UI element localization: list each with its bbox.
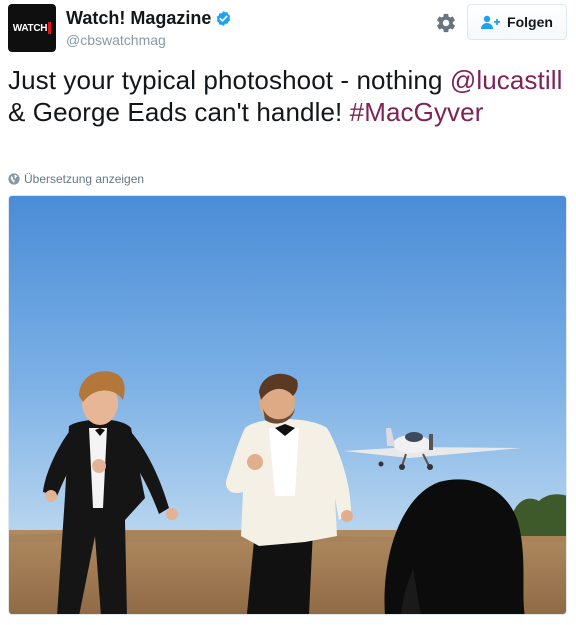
account-names: Watch! Magazine @cbswatchmag [66, 8, 232, 48]
gear-icon[interactable] [435, 12, 457, 34]
tweet-header: WATCH Watch! Magazine @cbswatchmag Folge… [8, 4, 568, 54]
handle[interactable]: @cbswatchmag [66, 32, 232, 48]
tweet-photo[interactable] [8, 195, 567, 615]
hashtag-link[interactable]: #MacGyver [350, 97, 484, 127]
tweet-text-part2: & George Eads can't handle! [8, 97, 350, 127]
photoshoot-image [9, 196, 566, 614]
display-name[interactable]: Watch! Magazine [66, 8, 211, 29]
avatar-logo-bar [48, 22, 52, 34]
tweet-text-part1: Just your typical photoshoot - nothing [8, 65, 450, 95]
mention-link[interactable]: @lucastill [450, 65, 563, 95]
avatar[interactable]: WATCH [8, 4, 56, 52]
avatar-logo: WATCH [12, 22, 52, 34]
avatar-logo-text: WATCH [12, 22, 48, 34]
follow-person-plus-icon [481, 15, 501, 29]
globe-icon [8, 173, 20, 185]
verified-badge-icon [217, 11, 231, 26]
tweet-text: Just your typical photoshoot - nothing @… [8, 64, 568, 128]
follow-button[interactable]: Folgen [467, 4, 567, 40]
translate-label[interactable]: Übersetzung anzeigen [24, 172, 144, 186]
follow-button-label: Folgen [507, 14, 553, 30]
display-name-row[interactable]: Watch! Magazine [66, 8, 232, 29]
translate-link[interactable]: Übersetzung anzeigen [8, 172, 144, 186]
